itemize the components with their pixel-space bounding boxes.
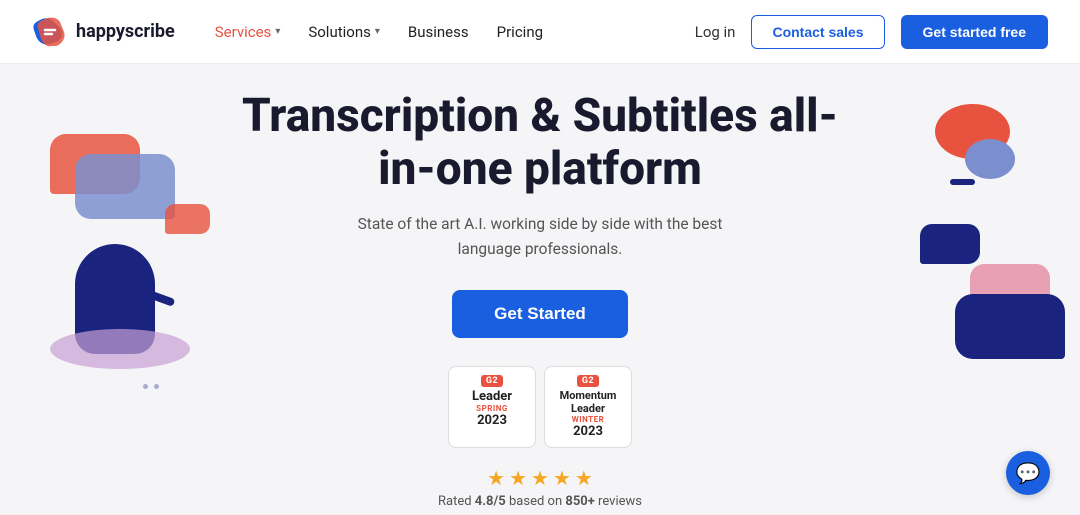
- get-started-nav-button[interactable]: Get started free: [901, 15, 1048, 49]
- star-2: ★: [509, 466, 527, 490]
- chevron-down-icon: ▾: [275, 26, 280, 37]
- badge-leader: G2 Leader SPRING 2023: [448, 366, 536, 448]
- eye-left: [143, 384, 148, 389]
- star-1: ★: [487, 466, 505, 490]
- nav-pricing-label: Pricing: [497, 23, 543, 41]
- badge-leader-title: Leader: [472, 389, 512, 404]
- badge-momentum-title: Momentum Leader: [560, 389, 617, 415]
- badge-g2-label: G2: [481, 375, 503, 387]
- nav-services[interactable]: Services ▾: [203, 17, 293, 47]
- star-3: ★: [531, 466, 549, 490]
- badge-leader-sub: SPRING: [476, 404, 508, 413]
- logo-icon: [32, 14, 68, 50]
- stars-row: ★ ★ ★ ★ ★: [487, 466, 593, 490]
- chat-button[interactable]: 💬: [1006, 451, 1050, 495]
- nav-pricing[interactable]: Pricing: [485, 17, 555, 47]
- badge-momentum-year: 2023: [573, 424, 603, 439]
- bubble-right-blue: [955, 294, 1065, 359]
- nav-right: Log in Contact sales Get started free: [695, 15, 1048, 49]
- character-left-base: [50, 329, 190, 369]
- brand-name: happyscribe: [76, 21, 175, 42]
- illustration-right: [870, 94, 1070, 374]
- get-started-hero-button[interactable]: Get Started: [452, 290, 628, 338]
- hero-title: Transcription & Subtitles all-in-one pla…: [230, 90, 850, 196]
- navigation: happyscribe Services ▾ Solutions ▾ Busin…: [0, 0, 1080, 64]
- character-left-face: [143, 384, 163, 394]
- badge-momentum: G2 Momentum Leader WINTER 2023: [544, 366, 632, 448]
- badge-leader-year: 2023: [477, 413, 507, 428]
- bubble-right-head-inner: [965, 139, 1015, 179]
- badges-container: G2 Leader SPRING 2023 G2 Momentum Leader…: [448, 366, 632, 448]
- illustration-left: [20, 114, 240, 414]
- badge-momentum-g2: G2: [577, 375, 599, 387]
- star-4: ★: [553, 466, 571, 490]
- nav-solutions-label: Solutions: [308, 23, 371, 41]
- nav-business-label: Business: [408, 23, 469, 41]
- chat-icon: 💬: [1016, 461, 1041, 485]
- logo[interactable]: happyscribe: [32, 14, 175, 50]
- chevron-down-icon: ▾: [375, 26, 380, 37]
- nav-links: Services ▾ Solutions ▾ Business Pricing: [203, 17, 695, 47]
- hero-section: Transcription & Subtitles all-in-one pla…: [0, 64, 1080, 515]
- eye-right: [154, 384, 159, 389]
- bubble-pink-small: [165, 204, 210, 234]
- nav-business[interactable]: Business: [396, 17, 481, 47]
- contact-sales-button[interactable]: Contact sales: [751, 15, 884, 49]
- hero-subtitle: State of the art A.I. working side by si…: [330, 212, 750, 262]
- nav-solutions[interactable]: Solutions ▾: [296, 17, 392, 47]
- bubble-right-dark: [920, 224, 980, 264]
- login-button[interactable]: Log in: [695, 23, 736, 41]
- nav-services-label: Services: [215, 23, 272, 41]
- rating-text: Rated 4.8/5 based on 850+ reviews: [438, 494, 642, 509]
- star-5-half: ★: [575, 466, 593, 490]
- character-right-arm: [950, 179, 975, 185]
- badge-momentum-sub: WINTER: [572, 415, 604, 424]
- bubble-blue-large: [75, 154, 175, 219]
